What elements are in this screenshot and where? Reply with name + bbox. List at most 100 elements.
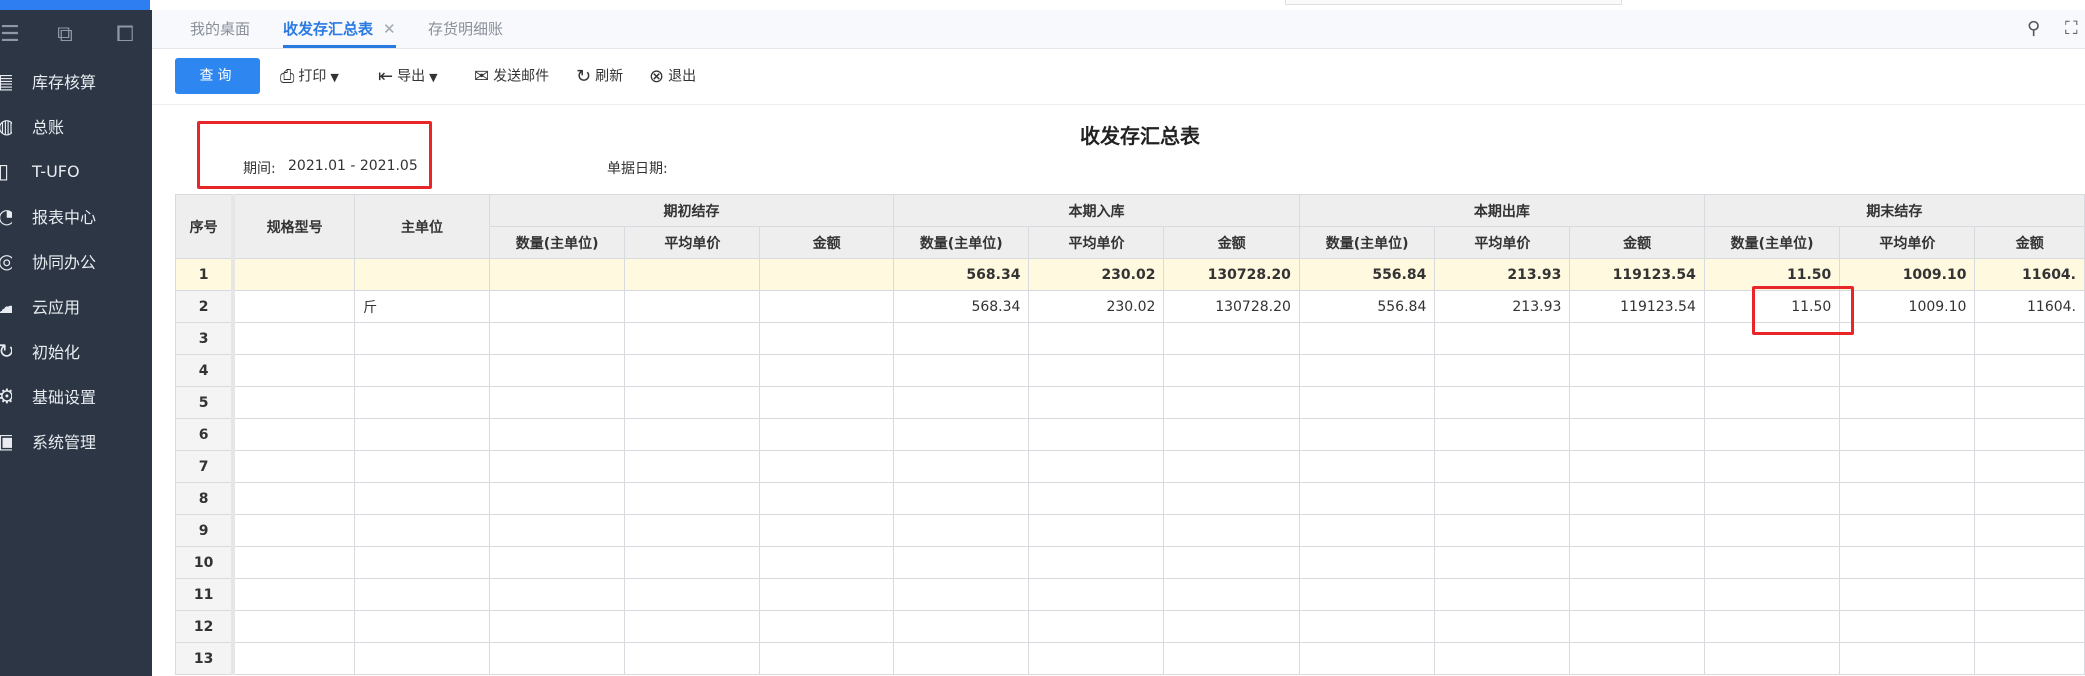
cell-o-amt[interactable] — [759, 610, 894, 643]
cell-out-qty[interactable]: 556.84 — [1298, 258, 1436, 291]
cell-i-amt[interactable] — [1163, 418, 1300, 451]
tab-summary[interactable]: 收发存汇总表 ✕ — [283, 10, 396, 48]
cell-o-amt[interactable] — [759, 514, 894, 547]
cell-c-price[interactable] — [1839, 514, 1976, 547]
cell-c-amt[interactable] — [1974, 418, 2085, 451]
cell-i-qty[interactable]: 568.34 — [892, 258, 1030, 291]
cell-i-amt[interactable] — [1163, 610, 1300, 643]
cell-out-price[interactable]: 213.93 — [1434, 258, 1571, 291]
cell-unit[interactable] — [354, 482, 490, 515]
cell-i-amt[interactable] — [1163, 482, 1300, 515]
cell-o-qty[interactable] — [488, 610, 626, 643]
cell-i-qty[interactable] — [892, 482, 1030, 515]
cell-c-qty[interactable] — [1703, 514, 1841, 547]
cell-c-amt[interactable] — [1974, 482, 2085, 515]
cell-unit[interactable] — [354, 514, 490, 547]
cell-spec[interactable] — [232, 546, 356, 579]
cell-o-price[interactable] — [624, 482, 761, 515]
sidebar-item-tufo[interactable]: ▯ T-UFO — [0, 149, 152, 193]
cell-o-qty[interactable] — [488, 578, 626, 611]
cell-c-price[interactable] — [1839, 386, 1976, 419]
cell-spec[interactable] — [232, 578, 356, 611]
cell-o-qty[interactable] — [488, 258, 626, 291]
cell-o-qty[interactable] — [488, 642, 626, 675]
table-row[interactable]: 12 — [175, 610, 2085, 643]
cell-i-price[interactable] — [1028, 642, 1165, 675]
cell-o-qty[interactable] — [488, 482, 626, 515]
cell-out-amt[interactable] — [1569, 322, 1705, 355]
cell-out-price[interactable] — [1434, 354, 1571, 387]
cell-i-qty[interactable] — [892, 322, 1030, 355]
tab-inventory-detail[interactable]: 存货明细账 — [428, 10, 503, 48]
cell-o-amt[interactable] — [759, 354, 894, 387]
fullscreen-icon[interactable]: ⛶ — [2065, 10, 2078, 48]
export-button[interactable]: ⇤ 导出 ▼ — [378, 49, 438, 104]
cell-out-price[interactable] — [1434, 450, 1571, 483]
cell-c-qty[interactable] — [1703, 354, 1841, 387]
cell-o-amt[interactable] — [759, 450, 894, 483]
cell-unit[interactable] — [354, 450, 490, 483]
cell-i-price[interactable] — [1028, 482, 1165, 515]
cell-spec[interactable] — [232, 290, 356, 323]
cell-i-price[interactable] — [1028, 354, 1165, 387]
cell-out-qty[interactable] — [1298, 418, 1436, 451]
cell-o-amt[interactable] — [759, 258, 894, 291]
cell-i-qty[interactable] — [892, 386, 1030, 419]
cell-c-amt[interactable] — [1974, 354, 2085, 387]
query-button[interactable]: 查询 — [175, 58, 260, 94]
close-icon[interactable]: ✕ — [383, 20, 396, 38]
cell-spec[interactable] — [232, 642, 356, 675]
cell-c-price[interactable] — [1839, 418, 1976, 451]
cell-unit[interactable] — [354, 418, 490, 451]
cell-o-qty[interactable] — [488, 386, 626, 419]
send-email-button[interactable]: ✉ 发送邮件 — [474, 49, 549, 104]
cell-c-price[interactable] — [1839, 322, 1976, 355]
cell-o-amt[interactable] — [759, 482, 894, 515]
cell-i-price[interactable] — [1028, 418, 1165, 451]
cell-out-price[interactable] — [1434, 322, 1571, 355]
table-row[interactable]: 4 — [175, 354, 2085, 387]
cell-out-qty[interactable] — [1298, 642, 1436, 675]
cell-i-price[interactable] — [1028, 514, 1165, 547]
cell-c-amt[interactable] — [1974, 514, 2085, 547]
cell-o-price[interactable] — [624, 610, 761, 643]
cell-o-price[interactable] — [624, 290, 761, 323]
cell-out-qty[interactable] — [1298, 482, 1436, 515]
cell-out-amt[interactable]: 119123.54 — [1569, 258, 1705, 291]
table-row[interactable]: 9 — [175, 514, 2085, 547]
cell-i-qty[interactable] — [892, 578, 1030, 611]
cell-c-amt[interactable] — [1974, 578, 2085, 611]
cell-unit[interactable] — [354, 322, 490, 355]
cell-i-qty[interactable] — [892, 354, 1030, 387]
cell-c-amt[interactable] — [1974, 642, 2085, 675]
table-row[interactable]: 13 — [175, 642, 2085, 675]
cell-c-price[interactable] — [1839, 482, 1976, 515]
cell-i-qty[interactable] — [892, 642, 1030, 675]
cell-o-qty[interactable] — [488, 354, 626, 387]
sidebar-item-basic-settings[interactable]: ⚙ 基础设置 — [0, 374, 152, 418]
cell-o-price[interactable] — [624, 450, 761, 483]
cell-unit[interactable] — [354, 386, 490, 419]
cell-o-price[interactable] — [624, 578, 761, 611]
cell-i-price[interactable] — [1028, 386, 1165, 419]
cell-out-amt[interactable]: 119123.54 — [1569, 290, 1705, 323]
cell-out-price[interactable] — [1434, 386, 1571, 419]
cell-c-qty[interactable] — [1703, 610, 1841, 643]
cell-i-qty[interactable] — [892, 546, 1030, 579]
cell-out-price[interactable] — [1434, 642, 1571, 675]
cell-unit[interactable] — [354, 354, 490, 387]
cell-out-qty[interactable] — [1298, 322, 1436, 355]
cell-out-qty[interactable] — [1298, 450, 1436, 483]
cell-i-amt[interactable] — [1163, 578, 1300, 611]
cell-o-qty[interactable] — [488, 546, 626, 579]
cell-out-qty[interactable] — [1298, 354, 1436, 387]
cell-c-qty[interactable] — [1703, 482, 1841, 515]
cell-c-price[interactable] — [1839, 546, 1976, 579]
cell-o-amt[interactable] — [759, 418, 894, 451]
cell-i-price[interactable]: 230.02 — [1028, 290, 1165, 323]
cell-out-amt[interactable] — [1569, 418, 1705, 451]
cell-o-price[interactable] — [624, 514, 761, 547]
cell-i-amt[interactable] — [1163, 386, 1300, 419]
cell-out-amt[interactable] — [1569, 514, 1705, 547]
cell-c-price[interactable] — [1839, 354, 1976, 387]
